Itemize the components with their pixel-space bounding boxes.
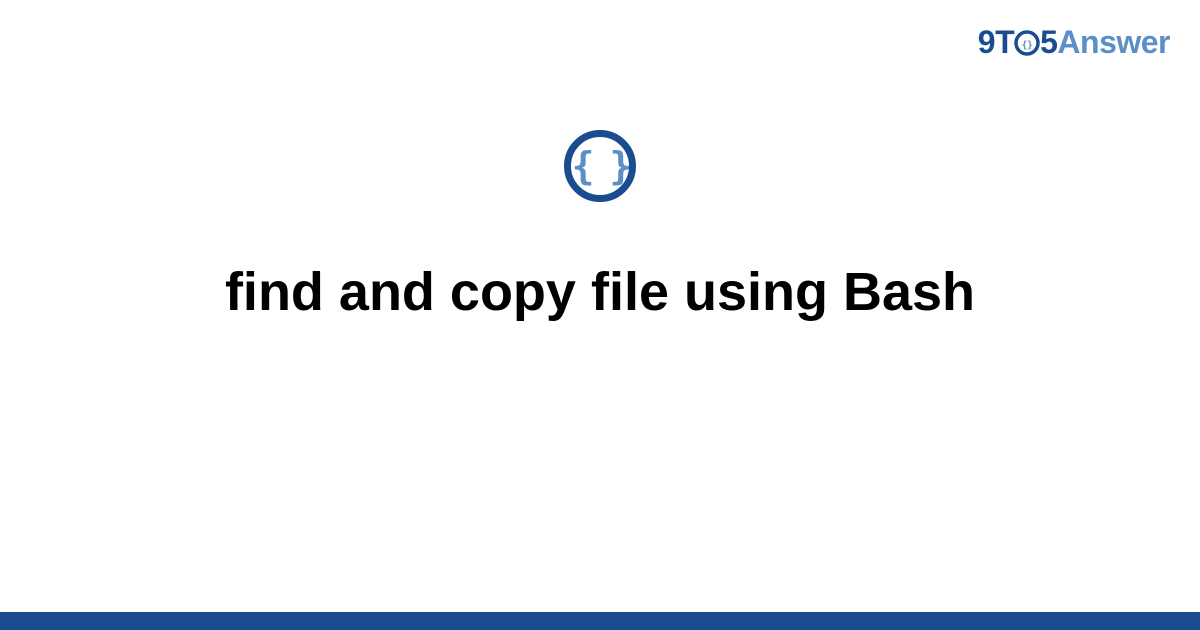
logo-text-answer: Answer [1057, 24, 1170, 60]
page-title: find and copy file using Bash [185, 260, 1015, 325]
braces-glyph: { } [572, 147, 629, 185]
logo-o-icon: {} [1014, 30, 1040, 56]
category-braces-icon: { } [564, 130, 636, 202]
svg-text:{}: {} [1022, 40, 1034, 51]
logo-text-9t: 9T [978, 24, 1014, 60]
logo-text-5: 5 [1040, 24, 1057, 60]
footer-accent-bar [0, 612, 1200, 630]
main-content: { } find and copy file using Bash [0, 130, 1200, 325]
site-logo: 9T {} 5Answer [978, 24, 1170, 61]
